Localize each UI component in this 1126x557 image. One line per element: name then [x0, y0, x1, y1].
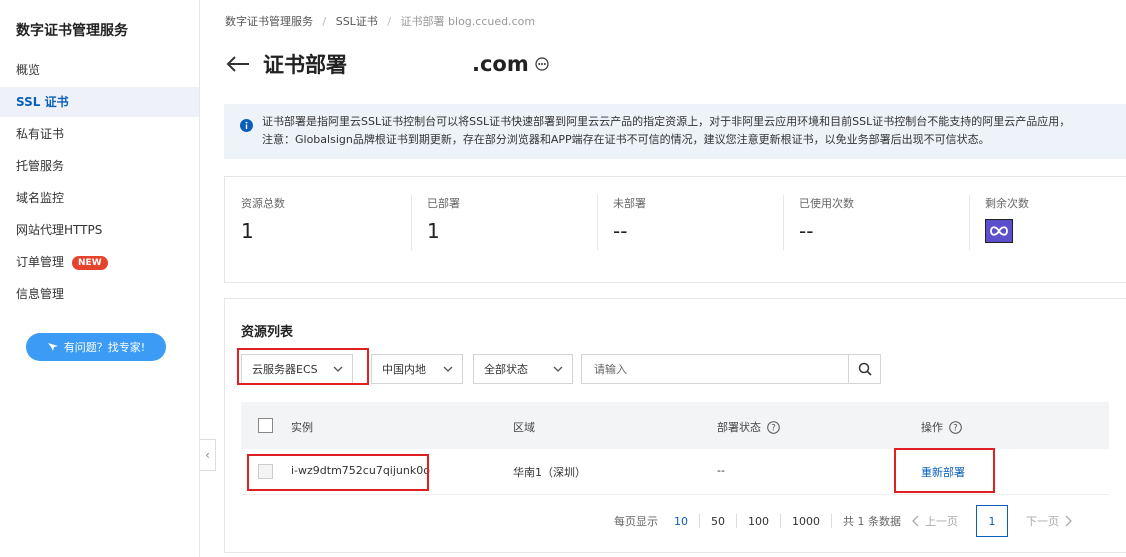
stat-remaining: 剩余次数	[985, 195, 1126, 253]
stat-divider	[783, 195, 784, 250]
page-size-10[interactable]: 10	[674, 515, 688, 528]
stat-value: 1	[241, 219, 254, 243]
status-select-value: 全部状态	[484, 363, 528, 376]
stat-label: 已部署	[427, 197, 460, 210]
total-count: 共 1 条数据	[843, 515, 901, 528]
stat-deployed: 已部署 1	[427, 195, 613, 253]
stat-value: --	[799, 219, 814, 243]
highlight-box-action	[894, 448, 995, 493]
breadcrumb-separator: /	[322, 15, 327, 28]
sidebar-item-hosting[interactable]: 托管服务	[0, 151, 199, 181]
highlight-box-product	[237, 348, 369, 385]
sidebar-item-private-cert[interactable]: 私有证书	[0, 119, 199, 149]
select-all-checkbox[interactable]	[258, 418, 273, 433]
page-size-1000[interactable]: 1000	[792, 515, 820, 528]
chevron-down-icon	[553, 366, 563, 372]
chevron-down-icon	[443, 366, 453, 372]
stats-panel: 资源总数 1 已部署 1 未部署 -- 已使用次数 -- 剩余次数	[224, 176, 1126, 283]
help-question-icon[interactable]: ?	[767, 420, 780, 434]
page-size-100[interactable]: 100	[748, 515, 769, 528]
chevron-right-icon	[1065, 515, 1072, 527]
pagination: 每页显示 10 50 100 1000 共 1 条数据 上一页 1 下一页	[614, 504, 1073, 538]
page-title: 证书部署	[263, 53, 347, 77]
table-header: 实例 区域 部署状态 ? 操作 ?	[241, 402, 1109, 449]
info-icon	[240, 119, 253, 132]
page-size-50[interactable]: 50	[711, 515, 725, 528]
current-page-button[interactable]: 1	[976, 505, 1008, 537]
column-header-action: 操作 ?	[921, 419, 962, 435]
help-button-label: 有问题？找专家!	[63, 341, 146, 354]
breadcrumb-current: 证书部署	[400, 15, 445, 28]
bird-icon	[47, 343, 58, 351]
svg-text:?: ?	[771, 423, 776, 433]
sidebar-title: 数字证书管理服务	[16, 23, 128, 39]
breadcrumb-item-service[interactable]: 数字证书管理服务	[225, 15, 313, 28]
stat-value: --	[613, 219, 628, 243]
chevron-left-icon	[912, 515, 919, 527]
back-arrow-icon[interactable]	[225, 54, 251, 74]
resource-list-title: 资源列表	[241, 325, 294, 340]
svg-text:?: ?	[953, 423, 958, 433]
stat-divider	[597, 195, 598, 250]
column-header-status: 部署状态 ?	[717, 419, 780, 435]
breadcrumb-item-ssl[interactable]: SSL证书	[336, 15, 378, 28]
sidebar-item-info[interactable]: 信息管理	[0, 279, 199, 309]
stat-total-resources: 资源总数 1	[241, 195, 427, 253]
new-badge: NEW	[72, 255, 108, 270]
search-box	[581, 354, 881, 384]
column-header-region: 区域	[513, 421, 535, 434]
stat-label: 未部署	[613, 197, 646, 210]
breadcrumb-separator: /	[387, 15, 392, 28]
region-select-value: 中国内地	[382, 363, 426, 376]
stat-label: 资源总数	[241, 197, 285, 210]
sidebar: 数字证书管理服务 概览 SSL 证书 私有证书 托管服务 域名监控 网站代理HT…	[0, 0, 200, 557]
help-expert-button[interactable]: 有问题？找专家!	[26, 333, 166, 361]
stat-label: 已使用次数	[799, 197, 854, 210]
sidebar-item-overview[interactable]: 概览	[0, 55, 199, 85]
page-domain: .com	[472, 52, 529, 76]
info-notice: 证书部署是指阿里云SSL证书控制台可以将SSL证书快速部署到阿里云云产品的指定资…	[224, 104, 1126, 159]
notice-line-1: 证书部署是指阿里云SSL证书控制台可以将SSL证书快速部署到阿里云云产品的指定资…	[262, 115, 1071, 128]
search-icon	[858, 362, 872, 376]
per-page-label: 每页显示	[614, 515, 658, 528]
stat-undeployed: 未部署 --	[613, 195, 799, 253]
search-button[interactable]	[848, 355, 880, 383]
stat-value: 1	[427, 219, 440, 243]
next-page-button[interactable]: 下一页	[1026, 513, 1073, 529]
sidebar-item-label: 订单管理	[16, 255, 65, 269]
page-header: 证书部署 .com	[225, 48, 549, 80]
sidebar-collapse-toggle[interactable]: ‹	[200, 439, 216, 471]
deploy-status: --	[717, 464, 725, 477]
sidebar-item-ssl-cert[interactable]: SSL 证书	[0, 87, 199, 117]
instance-region: 华南1（深圳）	[513, 466, 586, 479]
column-header-instance: 实例	[291, 421, 313, 434]
chevron-left-icon: ‹	[205, 448, 210, 462]
status-select[interactable]: 全部状态	[473, 354, 573, 384]
search-input[interactable]	[582, 355, 848, 383]
stat-label: 剩余次数	[985, 197, 1029, 210]
highlight-box-instance	[247, 454, 429, 491]
resource-list-card: 资源列表 云服务器ECS 中国内地 全部状态 实例 区域 部署状态 ? 操作 ?	[224, 298, 1126, 553]
prev-page-button[interactable]: 上一页	[911, 513, 958, 529]
watermark-text: blog.ccued.com	[448, 15, 536, 28]
stat-used-count: 已使用次数 --	[799, 195, 985, 253]
stat-divider	[969, 195, 970, 250]
sidebar-item-https-proxy[interactable]: 网站代理HTTPS	[0, 215, 199, 245]
more-options-icon[interactable]	[535, 57, 549, 71]
breadcrumb: 数字证书管理服务 / SSL证书 / 证书部署 blog.ccued.com	[225, 13, 535, 29]
stat-divider	[411, 195, 412, 250]
sidebar-item-domain-monitor[interactable]: 域名监控	[0, 183, 199, 213]
help-question-icon[interactable]: ?	[949, 420, 962, 434]
notice-line-2: 注意：Globalsign品牌根证书到期更新，存在部分浏览器和APP端存在证书不…	[262, 133, 990, 146]
region-select[interactable]: 中国内地	[371, 354, 463, 384]
sidebar-item-orders[interactable]: 订单管理 NEW	[0, 247, 199, 277]
infinity-icon	[985, 219, 1013, 243]
